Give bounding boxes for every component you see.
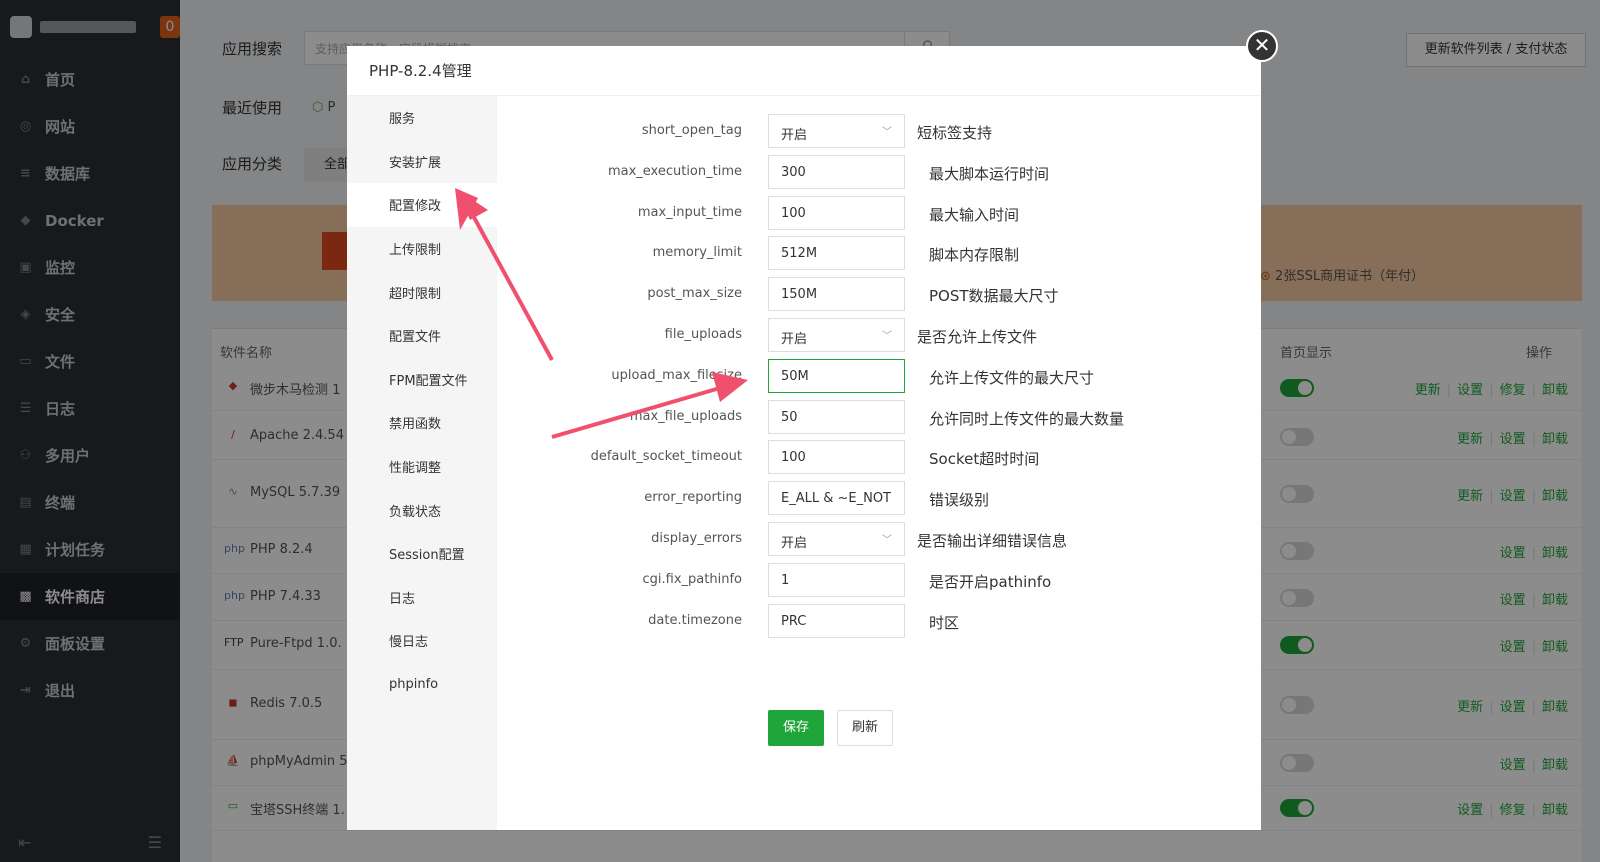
config-value: 50 [781,409,798,425]
modal-menu-item[interactable]: 负载状态 [347,488,497,532]
config-input[interactable]: 150M [768,277,905,312]
config-description: 允许上传文件的最大尺寸 [929,368,1095,387]
modal-menu-item[interactable]: 性能调整 [347,445,497,489]
config-value: 300 [781,164,806,180]
modal-menu-item[interactable]: 配置修改 [347,183,497,227]
config-row: memory_limit 512M 脚本内存限制 [497,236,1261,271]
config-input[interactable]: 300 [768,154,905,189]
config-label: memory_limit [652,245,742,261]
config-value: 150M [781,287,818,303]
config-row: max_file_uploads 50 允许同时上传文件的最大数量 [497,399,1261,434]
config-input[interactable]: PRC [768,603,905,638]
config-label: error_reporting [644,490,742,506]
config-label: short_open_tag [641,123,742,138]
config-value: 开启 [781,128,808,143]
config-row: error_reporting E_ALL & ~E_NOT 错误级别 [497,481,1261,516]
modal-menu-item[interactable]: 上传限制 [347,227,497,271]
chevron-down-icon: ﹀ [882,535,892,546]
config-label: max_file_uploads [629,408,742,424]
config-value: 50M [781,368,809,384]
config-label: post_max_size [647,286,742,302]
config-description: 是否允许上传文件 [917,328,1038,346]
modal-menu-item[interactable]: 日志 [347,576,497,620]
config-row: max_execution_time 300 最大脚本运行时间 [497,154,1261,189]
config-value: 100 [781,450,806,466]
config-row: upload_max_filesize 50M 允许上传文件的最大尺寸 [497,358,1261,393]
config-description: 错误级别 [929,491,990,510]
config-value: 开启 [781,332,808,347]
config-label: max_execution_time [607,163,742,179]
config-row: max_input_time 100 最大输入时间 [497,195,1261,230]
modal-menu-item[interactable]: 禁用函数 [347,401,497,445]
modal-menu-item[interactable]: 服务 [347,96,497,140]
config-value: 512M [781,246,818,262]
config-description: 脚本内存限制 [929,246,1020,265]
config-description: 短标签支持 [917,124,993,142]
modal-menu-item[interactable]: phpinfo [347,663,497,707]
config-input[interactable]: 512M [768,236,905,271]
config-select[interactable]: 开启 ﹀ [768,318,905,352]
config-label: max_input_time [637,204,742,220]
config-input[interactable]: E_ALL & ~E_NOT [768,481,905,516]
modal-title: PHP-8.2.4管理 [347,46,1261,96]
config-row: short_open_tag 开启 ﹀ 短标签支持 [497,114,1261,148]
config-row: cgi.fix_pathinfo 1 是否开启pathinfo [497,562,1261,597]
save-button[interactable]: 保存 [768,710,824,746]
config-label: upload_max_filesize [611,367,742,383]
config-value: E_ALL & ~E_NOT [781,491,891,507]
modal-menu-item[interactable]: FPM配置文件 [347,358,497,402]
config-form: 保存 刷新 short_open_tag 开启 ﹀ 短标签支持 max_executio… [497,96,1261,830]
modal-menu-item[interactable]: 超时限制 [347,270,497,314]
config-description: Socket超时时间 [929,450,1040,469]
modal-menu-item[interactable]: Session配置 [347,532,497,576]
config-description: 允许同时上传文件的最大数量 [929,409,1125,428]
config-label: default_socket_timeout [590,449,742,465]
config-description: 最大输入时间 [929,205,1020,224]
config-value: PRC [781,613,807,629]
modal-menu: 服务 安装扩展 配置修改 上传限制 超时限制 配置文件 FPM配置文件 禁用函数 性能调整 负载状… [347,96,497,830]
config-value: 100 [781,205,806,221]
config-label: display_errors [651,531,742,546]
config-row: file_uploads 开启 ﹀ 是否允许上传文件 [497,318,1261,352]
modal-menu-item[interactable]: 配置文件 [347,314,497,358]
config-description: 是否输出详细错误信息 [917,532,1068,550]
config-description: POST数据最大尺寸 [929,287,1059,306]
config-select[interactable]: 开启 ﹀ [768,114,905,148]
modal-menu-item[interactable]: 安装扩展 [347,140,497,184]
config-description: 最大脚本运行时间 [929,164,1050,183]
config-input[interactable]: 50M [768,358,905,393]
chevron-down-icon: ﹀ [882,331,892,342]
config-label: cgi.fix_pathinfo [642,571,742,587]
config-label: date.timezone [648,612,742,628]
config-value: 开启 [781,536,808,551]
config-input[interactable]: 50 [768,399,905,434]
config-row: display_errors 开启 ﹀ 是否输出详细错误信息 [497,522,1261,556]
close-icon[interactable]: ✕ [1246,30,1278,62]
config-input[interactable]: 100 [768,195,905,230]
config-row: post_max_size 150M POST数据最大尺寸 [497,277,1261,312]
config-label: file_uploads [664,327,742,342]
refresh-button[interactable]: 刷新 [837,710,893,746]
modal-menu-item[interactable]: 慢日志 [347,619,497,663]
config-row: date.timezone PRC 时区 [497,603,1261,638]
config-value: 1 [781,572,790,588]
config-description: 时区 [929,613,960,632]
config-input[interactable]: 100 [768,440,905,475]
php-manager-modal: PHP-8.2.4管理 服务 安装扩展 配置修改 上传限制 超时限制 配置文件 FPM配置文… [347,46,1261,830]
config-input[interactable]: 1 [768,562,905,597]
config-select[interactable]: 开启 ﹀ [768,522,905,556]
config-description: 是否开启pathinfo [929,572,1052,591]
config-row: default_socket_timeout 100 Socket超时时间 [497,440,1261,475]
chevron-down-icon: ﹀ [882,127,892,138]
